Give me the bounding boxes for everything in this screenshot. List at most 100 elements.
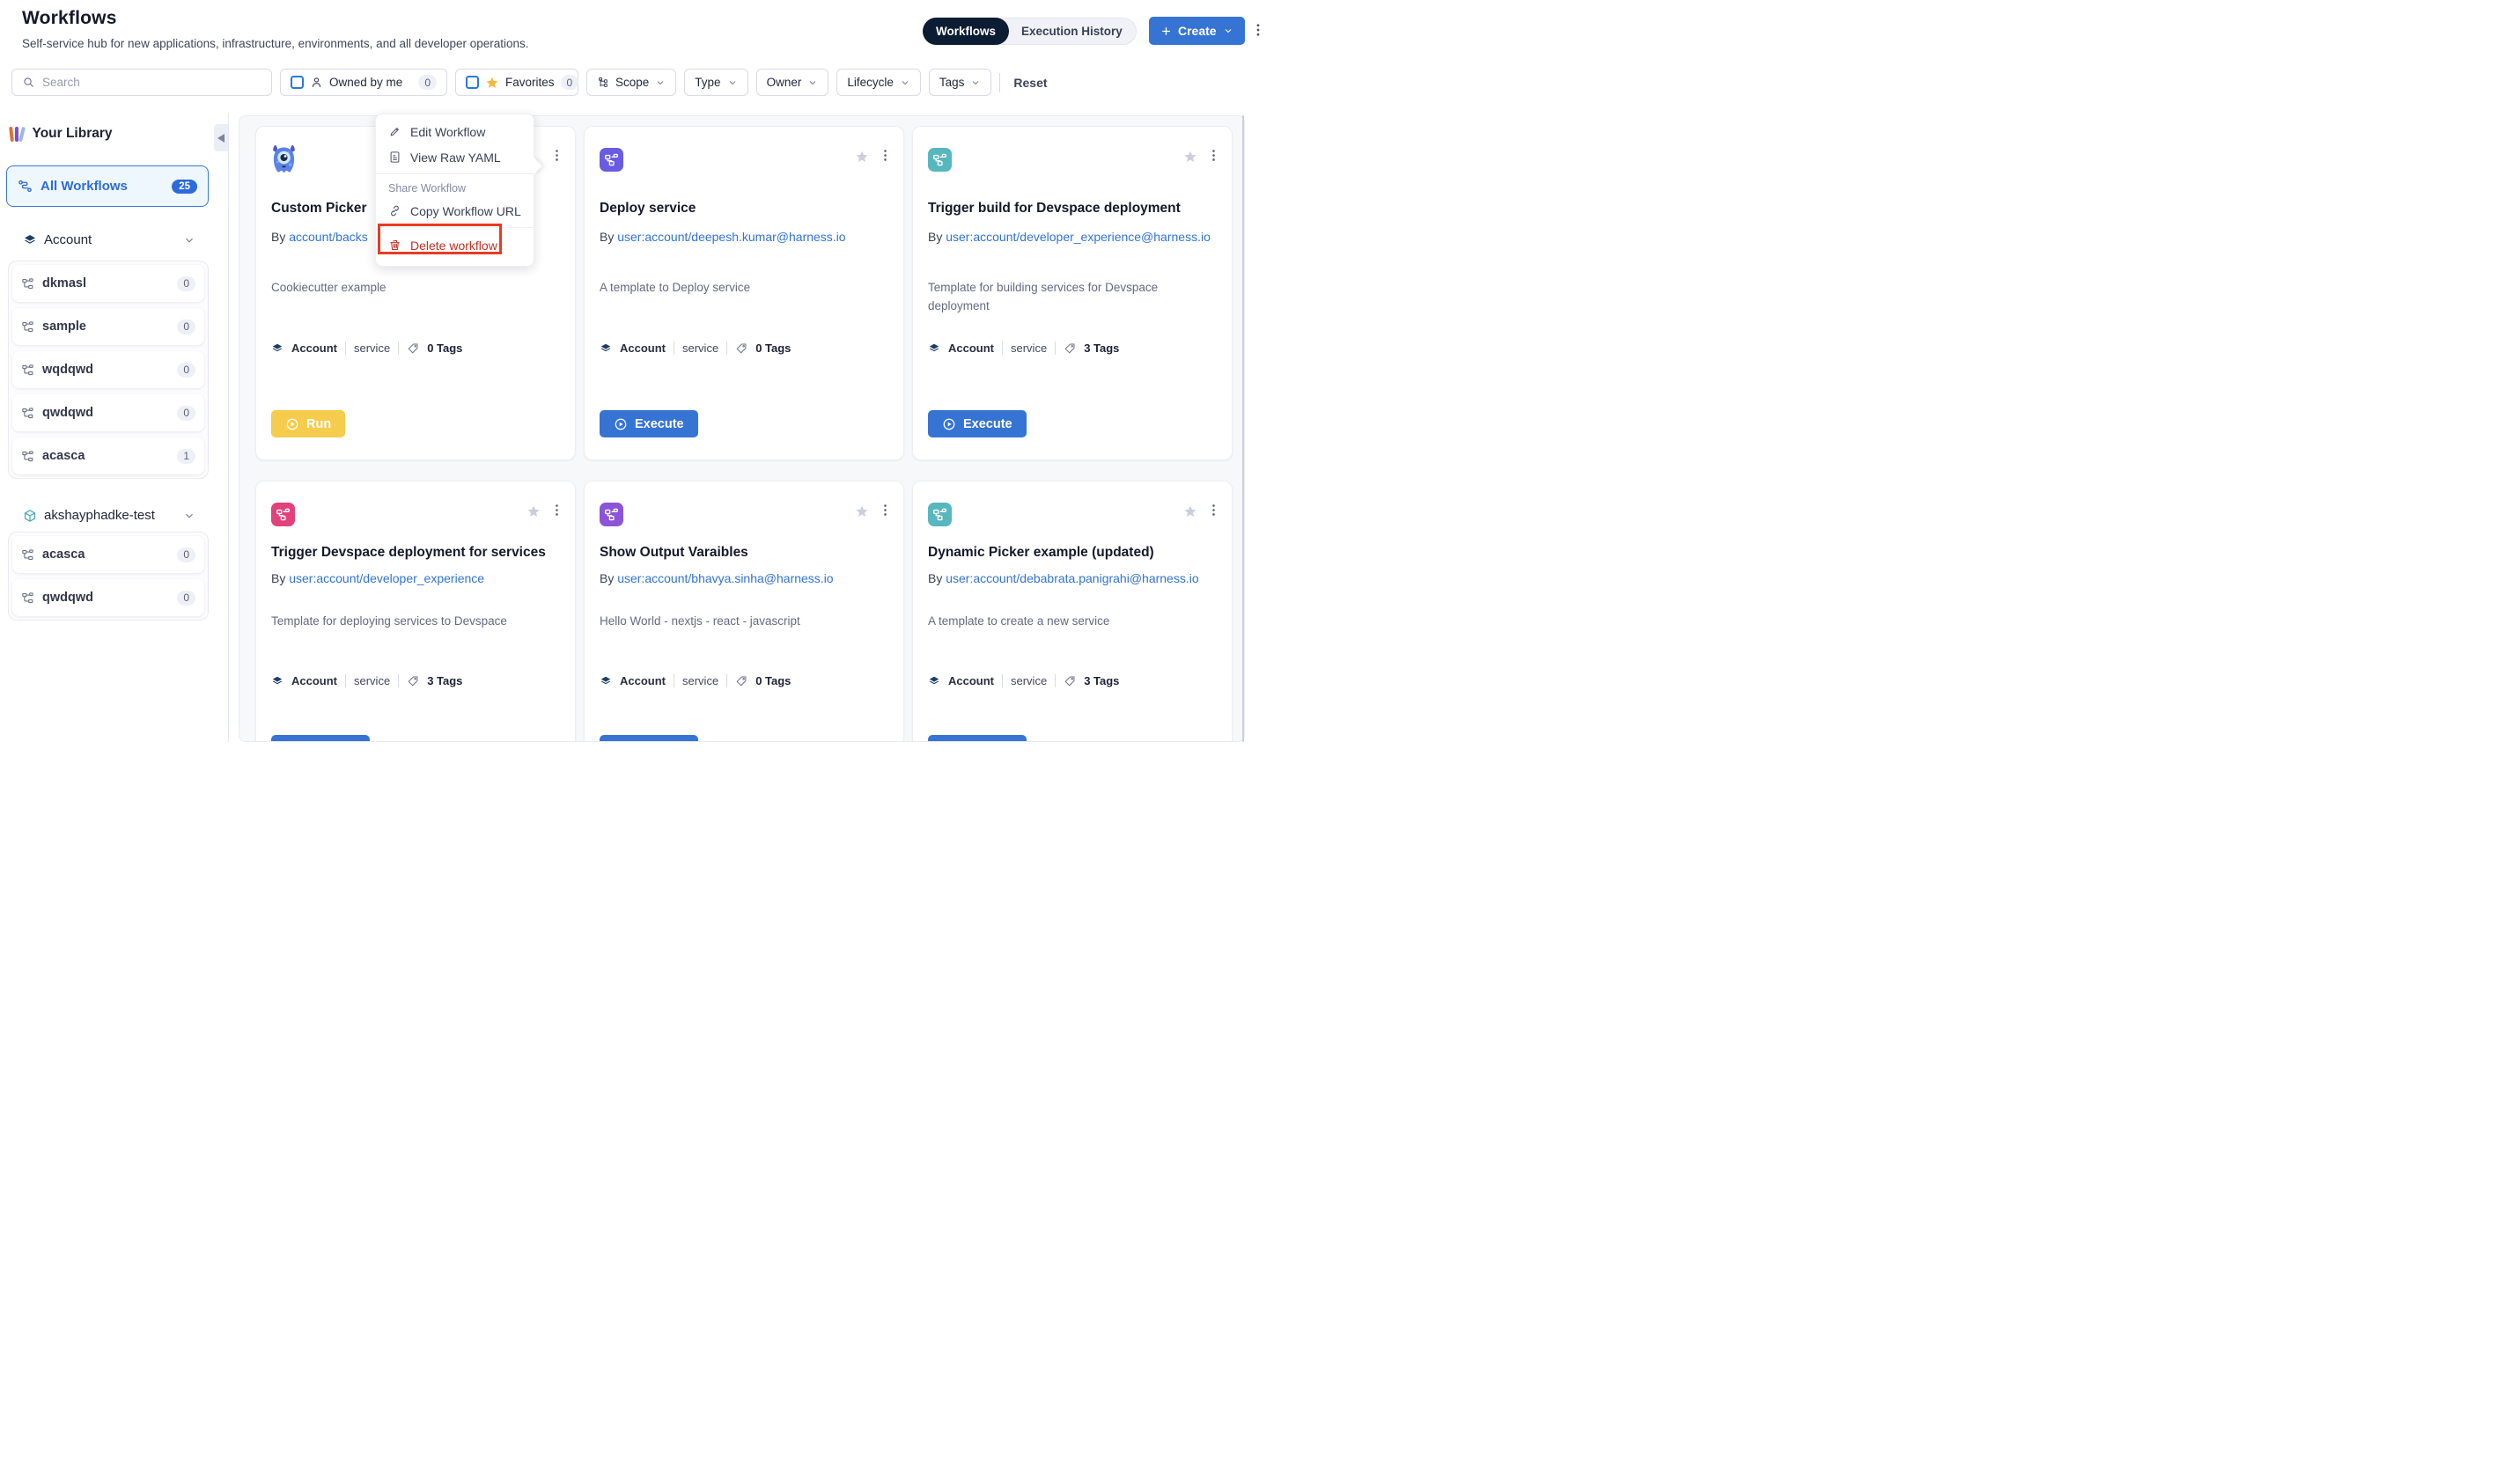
menu-item-label: Delete workflow bbox=[410, 239, 497, 253]
sidebar-item-all-workflows[interactable]: All Workflows 25 bbox=[6, 165, 209, 207]
collapse-left-icon bbox=[217, 134, 225, 143]
menu-item-delete-workflow[interactable]: Delete workflow bbox=[376, 231, 534, 259]
workflow-card-trigger-build[interactable]: Trigger build for Devspace deployment By… bbox=[912, 126, 1233, 460]
tab-workflows[interactable]: Workflows bbox=[923, 18, 1009, 45]
card-footer: Account service 0 Tags bbox=[600, 342, 791, 355]
menu-item-view-raw-yaml[interactable]: View Raw YAML bbox=[376, 144, 534, 170]
create-button[interactable]: Create bbox=[1149, 17, 1245, 45]
scope-icon bbox=[597, 77, 609, 89]
sidebar-item-wqdqwd[interactable]: wqdqwd 0 bbox=[12, 351, 204, 388]
sidebar-item-acasca[interactable]: acasca 1 bbox=[12, 437, 204, 474]
workflow-card-dynamic-picker[interactable]: Dynamic Picker example (updated) By user… bbox=[912, 481, 1233, 742]
favorite-star-icon[interactable] bbox=[855, 504, 869, 518]
card-kebab-menu-icon[interactable] bbox=[1206, 503, 1221, 518]
card-type: service bbox=[682, 342, 718, 355]
card-description: Hello World - nextjs - react - javascrip… bbox=[600, 612, 889, 630]
owned-by-me-count: 0 bbox=[418, 75, 437, 90]
card-kebab-menu-icon[interactable] bbox=[878, 148, 893, 163]
favorite-star-icon[interactable] bbox=[1183, 504, 1197, 518]
owner-link[interactable]: user:account/developer_experience@harnes… bbox=[946, 230, 1211, 244]
execute-button[interactable]: Execute bbox=[928, 410, 1027, 437]
card-footer: Account service 3 Tags bbox=[271, 674, 462, 687]
card-kebab-menu-icon[interactable] bbox=[549, 148, 564, 163]
cube-icon bbox=[23, 509, 37, 523]
execute-button[interactable]: Execute bbox=[600, 410, 698, 437]
sidebar-item-sample[interactable]: sample 0 bbox=[12, 308, 204, 345]
scope-dropdown[interactable]: Scope bbox=[586, 69, 676, 96]
card-kebab-menu-icon[interactable] bbox=[878, 503, 893, 518]
owner-dropdown[interactable]: Owner bbox=[756, 69, 829, 96]
owner-link[interactable]: user:account/debabrata.panigrahi@harness… bbox=[946, 571, 1198, 585]
all-workflows-label: All Workflows bbox=[40, 179, 128, 194]
panel-scrollbar[interactable] bbox=[1242, 115, 1244, 742]
card-type: service bbox=[682, 674, 718, 687]
tab-execution-history[interactable]: Execution History bbox=[1008, 18, 1136, 45]
owner-link[interactable]: user:account/bhavya.sinha@harness.io bbox=[617, 571, 833, 585]
favorites-count: 0 bbox=[561, 75, 579, 90]
card-type: service bbox=[1011, 674, 1047, 687]
type-dropdown[interactable]: Type bbox=[684, 69, 747, 96]
card-kebab-menu-icon[interactable] bbox=[549, 503, 564, 518]
execute-button-label: Execute bbox=[963, 742, 1012, 743]
sidebar-item-qwdqwd[interactable]: qwdqwd 0 bbox=[12, 394, 204, 431]
card-kebab-menu-icon[interactable] bbox=[1206, 148, 1221, 163]
lifecycle-dropdown[interactable]: Lifecycle bbox=[836, 69, 921, 96]
owner-link[interactable]: account/backs bbox=[289, 230, 368, 244]
card-owner-line: By user:account/debabrata.panigrahi@harn… bbox=[928, 569, 1219, 588]
execute-button[interactable]: Execute bbox=[928, 735, 1027, 742]
tags-dropdown-label: Tags bbox=[939, 76, 965, 89]
layers-icon bbox=[271, 342, 283, 355]
execute-button-label: Execute bbox=[306, 742, 356, 743]
page-subtitle: Self-service hub for new applications, i… bbox=[22, 37, 529, 50]
type-dropdown-label: Type bbox=[695, 76, 720, 89]
sidebar-item-qwdqwd-2[interactable]: qwdqwd 0 bbox=[12, 579, 204, 616]
item-count-badge: 0 bbox=[177, 406, 195, 421]
filter-bar: Owned by me 0 Favorites 0 Scope Type Own… bbox=[11, 69, 1053, 96]
tags-dropdown[interactable]: Tags bbox=[929, 69, 992, 96]
menu-divider bbox=[376, 173, 534, 174]
favorite-star-icon[interactable] bbox=[526, 504, 541, 518]
layers-icon bbox=[271, 675, 283, 687]
search-input[interactable] bbox=[42, 76, 261, 89]
menu-item-edit-workflow[interactable]: Edit Workflow bbox=[376, 119, 534, 144]
sidebar-section-akshayphadke-test[interactable]: akshayphadke-test bbox=[23, 508, 195, 523]
page-kebab-menu-icon[interactable] bbox=[1250, 22, 1266, 38]
favorite-star-icon[interactable] bbox=[855, 150, 869, 164]
workflow-flow-icon bbox=[18, 179, 33, 194]
chevron-down-icon bbox=[183, 234, 195, 246]
workflow-tree-icon bbox=[21, 407, 34, 420]
card-scope: Account bbox=[948, 342, 994, 355]
execute-button[interactable]: Execute bbox=[271, 735, 370, 742]
owner-link[interactable]: user:account/developer_experience bbox=[289, 571, 484, 585]
sidebar-item-acasca-2[interactable]: acasca 0 bbox=[12, 536, 204, 573]
card-description: Template for deploying services to Devsp… bbox=[271, 612, 561, 630]
execute-button[interactable]: Execute bbox=[600, 735, 698, 742]
workflow-card-show-output-varaibles[interactable]: Show Output Varaibles By user:account/bh… bbox=[584, 481, 904, 742]
search-box[interactable] bbox=[11, 69, 272, 96]
owned-by-me-filter[interactable]: Owned by me 0 bbox=[280, 69, 447, 96]
favorites-label: Favorites bbox=[505, 76, 555, 89]
favorite-star-icon[interactable] bbox=[1183, 150, 1197, 164]
workflow-card-trigger-devspace[interactable]: Trigger Devspace deployment for services… bbox=[255, 481, 576, 742]
by-label: By bbox=[271, 571, 285, 585]
sidebar-section-account[interactable]: Account bbox=[23, 232, 195, 247]
card-title: Dynamic Picker example (updated) bbox=[928, 545, 1219, 561]
card-title: Trigger build for Devspace deployment bbox=[928, 201, 1219, 217]
sidebar-collapse-button[interactable] bbox=[214, 124, 228, 151]
menu-item-copy-workflow-url[interactable]: Copy Workflow URL bbox=[376, 198, 534, 224]
sidebar-item-dkmasl[interactable]: dkmasl 0 bbox=[12, 265, 204, 302]
run-button[interactable]: Run bbox=[271, 410, 345, 437]
sidebar-title: Your Library bbox=[33, 126, 113, 142]
menu-share-section-label: Share Workflow bbox=[376, 178, 534, 198]
execute-button-label: Execute bbox=[635, 417, 684, 431]
card-title: Trigger Devspace deployment for services bbox=[271, 545, 562, 561]
card-description: A template to create a new service bbox=[928, 612, 1218, 630]
owned-by-me-checkbox[interactable] bbox=[291, 76, 304, 89]
card-type: service bbox=[354, 674, 390, 687]
workflow-tree-icon bbox=[21, 548, 34, 562]
workflow-card-deploy-service[interactable]: Deploy service By user:account/deepesh.k… bbox=[584, 126, 904, 460]
reset-button[interactable]: Reset bbox=[1008, 76, 1052, 90]
owner-link[interactable]: user:account/deepesh.kumar@harness.io bbox=[617, 230, 845, 244]
favorites-checkbox[interactable] bbox=[466, 76, 479, 89]
favorites-filter[interactable]: Favorites 0 bbox=[455, 69, 578, 96]
